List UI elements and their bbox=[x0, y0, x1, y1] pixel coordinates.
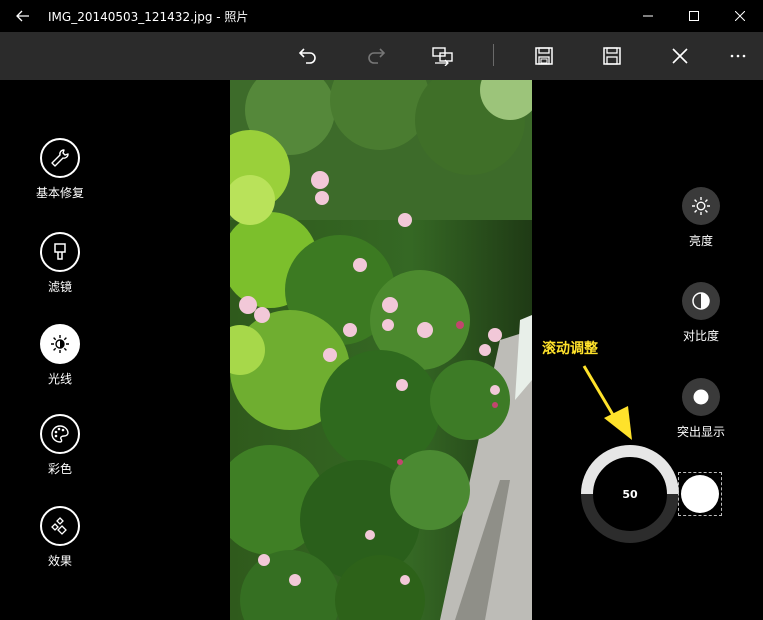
left-menu-item-light[interactable]: 光线 bbox=[20, 324, 100, 387]
left-menu-label: 彩色 bbox=[47, 462, 72, 476]
maximize-button[interactable] bbox=[671, 0, 717, 32]
photo-image bbox=[230, 80, 532, 620]
right-menu-item-highlights[interactable]: 突出显示 bbox=[660, 378, 742, 440]
compare-button[interactable] bbox=[423, 32, 463, 80]
highlights-circle bbox=[682, 378, 720, 416]
save-icon bbox=[603, 47, 621, 65]
effects-circle bbox=[40, 506, 80, 546]
left-menu-item-filters[interactable]: 滤镜 bbox=[20, 232, 100, 295]
close-window-button[interactable] bbox=[717, 0, 763, 32]
redo-button[interactable] bbox=[356, 32, 396, 80]
window-controls bbox=[625, 0, 763, 32]
right-menu-label: 亮度 bbox=[688, 234, 713, 248]
minimize-icon bbox=[643, 15, 653, 17]
color-circle bbox=[40, 414, 80, 454]
highlight-icon bbox=[693, 389, 709, 405]
redo-icon bbox=[368, 48, 386, 64]
left-menu-label: 滤镜 bbox=[47, 280, 72, 294]
save-copy-button[interactable] bbox=[524, 32, 564, 80]
back-arrow-icon bbox=[16, 10, 29, 22]
close-icon bbox=[672, 48, 688, 64]
wrench-icon bbox=[51, 149, 69, 167]
toolbar-separator bbox=[493, 44, 494, 66]
palette-icon bbox=[51, 425, 69, 443]
left-menu-label: 基本修复 bbox=[35, 186, 84, 200]
right-menu-item-brightness[interactable]: 亮度 bbox=[660, 187, 742, 249]
adjustment-dial[interactable]: 50 bbox=[580, 444, 680, 544]
undo-button[interactable] bbox=[288, 32, 328, 80]
contrast-circle bbox=[682, 282, 720, 320]
left-menu-item-effects[interactable]: 效果 bbox=[20, 506, 100, 569]
annotation-text: 滚动调整 bbox=[542, 341, 598, 357]
save-button[interactable] bbox=[592, 32, 632, 80]
title-bar: IMG_20140503_121432.jpg - 照片 bbox=[0, 0, 763, 32]
light-circle bbox=[40, 324, 80, 364]
compare-icon bbox=[432, 47, 453, 66]
left-menu-label: 光线 bbox=[47, 372, 72, 386]
more-icon bbox=[730, 54, 746, 58]
right-menu-label: 对比度 bbox=[682, 329, 719, 343]
right-menu-label: 突出显示 bbox=[676, 425, 725, 439]
brightness-circle bbox=[682, 187, 720, 225]
right-menu-item-contrast[interactable]: 对比度 bbox=[660, 282, 742, 344]
effects-icon bbox=[51, 517, 67, 535]
basic-fix-circle bbox=[40, 138, 80, 178]
maximize-icon bbox=[689, 11, 699, 21]
edit-toolbar bbox=[0, 32, 763, 80]
photo-canvas[interactable] bbox=[230, 80, 532, 620]
left-menu-item-basic-fix[interactable]: 基本修复 bbox=[20, 138, 100, 201]
sun-icon bbox=[692, 197, 710, 215]
left-edit-menu: 基本修复 滤镜 光线 彩色 效果 bbox=[0, 80, 120, 620]
close-icon bbox=[735, 11, 745, 21]
filters-circle bbox=[40, 232, 80, 272]
dial-knob[interactable] bbox=[681, 475, 719, 513]
sun-icon bbox=[51, 335, 69, 353]
left-menu-item-color[interactable]: 彩色 bbox=[20, 414, 100, 477]
dial-knob-focus[interactable] bbox=[678, 472, 722, 516]
left-menu-label: 效果 bbox=[47, 554, 72, 568]
minimize-button[interactable] bbox=[625, 0, 671, 32]
dial-value: 50 bbox=[622, 487, 638, 501]
undo-icon bbox=[298, 48, 316, 64]
cancel-edit-button[interactable] bbox=[660, 32, 700, 80]
back-button[interactable] bbox=[0, 0, 46, 32]
save-copy-icon bbox=[535, 47, 553, 65]
window-title: IMG_20140503_121432.jpg - 照片 bbox=[48, 9, 249, 24]
annotation-arrow-icon bbox=[582, 365, 632, 440]
more-button[interactable] bbox=[718, 32, 758, 80]
brush-icon bbox=[54, 243, 66, 260]
contrast-icon bbox=[692, 292, 710, 310]
